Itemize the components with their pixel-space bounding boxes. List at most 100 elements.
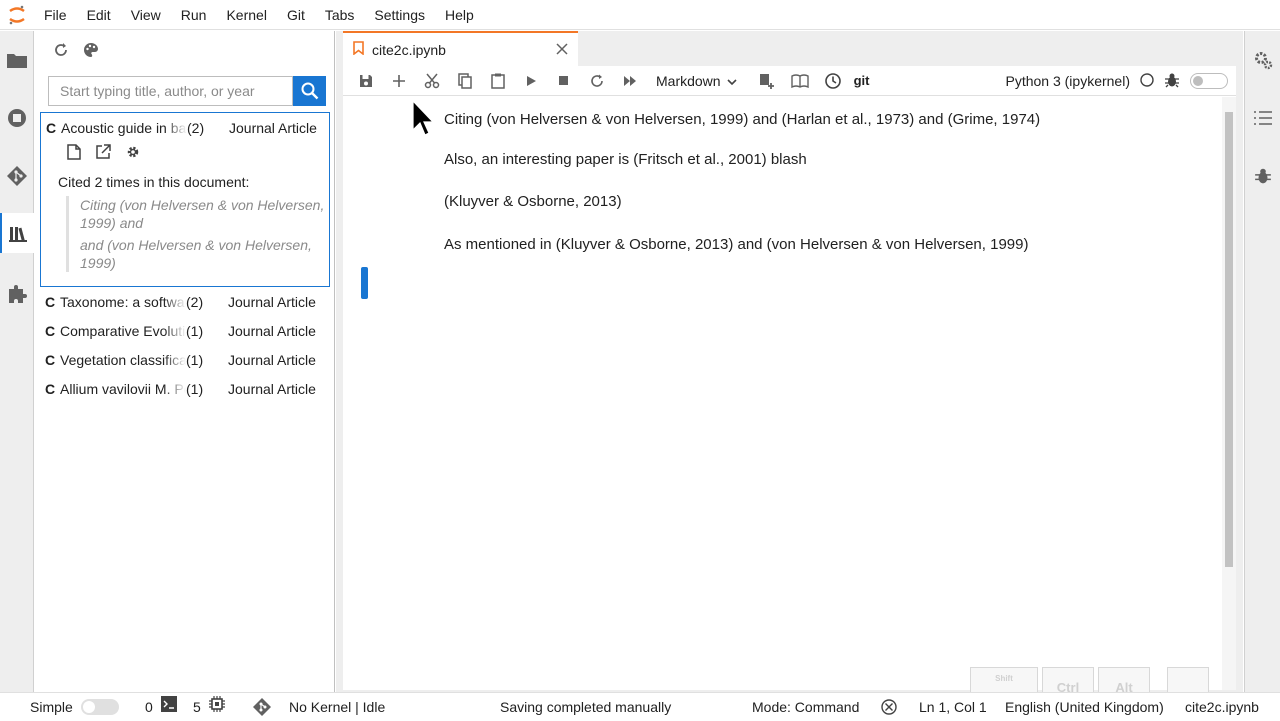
terminal-count[interactable]: 0: [145, 693, 177, 721]
kernel-status[interactable]: No Kernel | Idle: [289, 693, 385, 721]
citation-count: (1): [186, 322, 204, 339]
tab-label: cite2c.ipynb: [372, 41, 446, 58]
list-item[interactable]: C Taxonome: a software (2) Journal Artic…: [40, 287, 330, 316]
chip-icon: [208, 693, 225, 721]
kernel-name-button[interactable]: Python 3 (ipykernel): [1005, 73, 1130, 89]
table-of-contents-icon[interactable]: [1245, 98, 1280, 138]
cell-type-dropdown[interactable]: Markdown: [656, 73, 737, 89]
list-item[interactable]: C Comparative Evolution (1) Journal Arti…: [40, 316, 330, 345]
citation-marker: C: [44, 380, 56, 397]
restart-icon[interactable]: [580, 66, 613, 96]
simple-mode-toggle[interactable]: [80, 699, 119, 715]
jupyter-logo-icon: [0, 0, 34, 30]
save-status: Saving completed manually: [500, 699, 672, 715]
debugger-bug-icon[interactable]: [1164, 72, 1180, 91]
citation-title: Comparative Evolution: [60, 322, 186, 339]
active-cell-indicator: [361, 267, 368, 299]
menu-help[interactable]: Help: [435, 0, 484, 30]
history-clock-icon[interactable]: [817, 66, 850, 96]
citation-library-icon[interactable]: [0, 213, 34, 253]
run-icon[interactable]: [514, 66, 547, 96]
status-bar: Simple 0 5 No Kernel | Idle Saving compl…: [0, 692, 1280, 720]
trusted-shield-icon[interactable]: [881, 693, 897, 721]
document-icon[interactable]: [67, 143, 81, 163]
terminal-icon: [160, 693, 177, 721]
menu-view[interactable]: View: [121, 0, 171, 30]
menu-tabs[interactable]: Tabs: [315, 0, 365, 30]
list-item[interactable]: C Allium vavilovii M. Pop (1) Journal Ar…: [40, 374, 330, 403]
kernel-count[interactable]: 5: [193, 693, 225, 721]
cut-icon[interactable]: [415, 66, 448, 96]
markdown-cell[interactable]: Also, an interesting paper is (Fritsch e…: [444, 151, 807, 168]
citation-type: Journal Article: [228, 322, 316, 339]
open-external-icon[interactable]: [95, 143, 111, 163]
tab-notebook[interactable]: cite2c.ipynb: [343, 31, 578, 66]
menu-settings[interactable]: Settings: [364, 0, 435, 30]
cursor-position[interactable]: Ln 1, Col 1: [919, 693, 987, 721]
citation-search-input[interactable]: [48, 76, 293, 106]
paste-icon[interactable]: [481, 66, 514, 96]
citation-count: (2): [187, 119, 205, 136]
menu-git[interactable]: Git: [277, 0, 315, 30]
citation-title: Vegetation classification: [60, 351, 186, 368]
citation-count: (1): [186, 351, 204, 368]
notebook-toolbar: Markdown git Python 3 (ipykernel): [343, 66, 1236, 96]
citation-details: Cited 2 times in this document: Citing (…: [41, 164, 329, 286]
menu-kernel[interactable]: Kernel: [216, 0, 276, 30]
menu-file[interactable]: File: [34, 0, 77, 30]
bibliography-icon[interactable]: [784, 66, 817, 96]
copy-icon[interactable]: [448, 66, 481, 96]
tab-bar: cite2c.ipynb: [336, 31, 1243, 66]
citation-quote[interactable]: and (von Helversen & von Helversen, 1999…: [80, 236, 329, 272]
citation-panel: C Acoustic guide in bat (2) Journal Arti…: [35, 31, 335, 692]
cell-type-value: Markdown: [656, 72, 721, 89]
citation-title: Taxonome: a software: [60, 293, 186, 310]
menu-edit[interactable]: Edit: [77, 0, 121, 30]
debugger-bug-icon[interactable]: [1245, 156, 1280, 196]
citation-search: [48, 76, 326, 106]
search-icon[interactable]: [293, 76, 326, 106]
notebook-panel: Markdown git Python 3 (ipykernel) Citing…: [343, 66, 1236, 707]
git-icon[interactable]: [0, 156, 34, 196]
gear-icon[interactable]: [125, 144, 141, 163]
kernel-area: Python 3 (ipykernel): [1005, 66, 1228, 96]
markdown-cell[interactable]: Citing (von Helversen & von Helversen, 1…: [444, 111, 1040, 128]
stop-icon[interactable]: [547, 66, 580, 96]
markdown-cell[interactable]: (Kluyver & Osborne, 2013): [444, 193, 622, 210]
citation-quote[interactable]: Citing (von Helversen & von Helversen, 1…: [80, 196, 329, 232]
menu-bar: File Edit View Run Kernel Git Tabs Setti…: [0, 0, 1280, 30]
simple-mode-label: Simple: [30, 699, 73, 715]
citation-type: Journal Article: [228, 351, 316, 368]
notebook-mode: Mode: Command: [752, 699, 860, 715]
language-selector[interactable]: English (United Kingdom): [1005, 693, 1164, 721]
menu-run[interactable]: Run: [171, 0, 217, 30]
save-icon[interactable]: [349, 66, 382, 96]
fast-forward-icon[interactable]: [613, 66, 646, 96]
list-item[interactable]: C Acoustic guide in bat (2) Journal Arti…: [40, 112, 330, 287]
citation-quotes: Citing (von Helversen & von Helversen, 1…: [66, 196, 329, 272]
markdown-cell[interactable]: As mentioned in (Kluyver & Osborne, 2013…: [444, 236, 1028, 253]
list-item[interactable]: C Vegetation classification (1) Journal …: [40, 345, 330, 374]
property-inspector-gears-icon[interactable]: [1245, 40, 1280, 80]
citation-title: Acoustic guide in bat: [61, 119, 187, 136]
git-diff-button[interactable]: git: [854, 73, 870, 88]
kernel-status-icon: [1140, 72, 1154, 90]
insert-citation-icon[interactable]: [751, 66, 784, 96]
simple-mode[interactable]: Simple: [30, 693, 119, 721]
palette-icon[interactable]: [83, 42, 99, 61]
scrollbar-thumb[interactable]: [1225, 112, 1233, 567]
close-icon[interactable]: [556, 42, 568, 58]
running-sessions-icon[interactable]: [0, 98, 34, 138]
citation-type: Journal Article: [228, 380, 316, 397]
citation-count: (1): [186, 380, 204, 397]
citation-marker: C: [45, 119, 57, 136]
git-status-icon[interactable]: [252, 693, 272, 721]
notebook-cells: Citing (von Helversen & von Helversen, 1…: [343, 97, 1223, 707]
notebook-scrollbar[interactable]: [1222, 97, 1236, 690]
debugger-toggle[interactable]: [1190, 73, 1228, 89]
add-cell-icon[interactable]: [382, 66, 415, 96]
extension-manager-icon[interactable]: [0, 273, 34, 313]
file-browser-icon[interactable]: [0, 40, 34, 80]
cited-count-label: Cited 2 times in this document:: [58, 174, 250, 190]
refresh-icon[interactable]: [53, 42, 69, 61]
